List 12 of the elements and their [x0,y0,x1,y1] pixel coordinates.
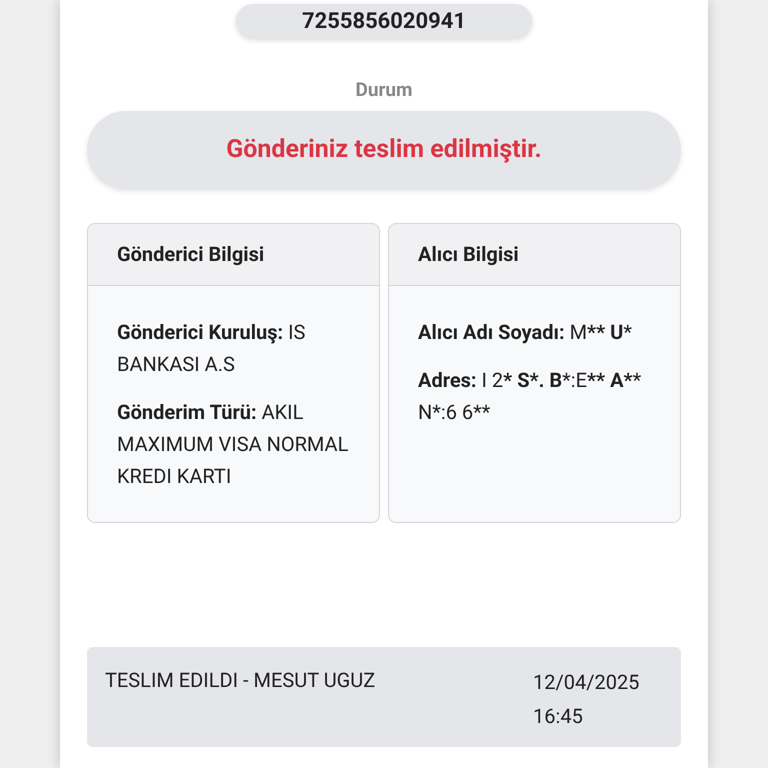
info-text: Gönderim Türü: AKIL MAXIMUM VISA NORMAL KREDI KARTI [117,398,350,490]
status-message: Gönderiniz teslim edilmiştir. [87,110,681,188]
event-time: 16:45 [533,702,584,730]
info-text: Alıcı Adı Soyadı: M** U* [418,318,633,346]
card-header: Alıcı Bilgisi [389,224,680,286]
card-header: Gönderici Bilgisi [88,224,379,286]
info-text: Gönderici Kuruluş: IS BANKASI A.S [117,318,306,378]
event-text: TESLIM EDILDI - MESUT UGUZ [105,666,376,694]
info-text: Adres: I 2* S*. B*:E** A** N*:6 6** [418,366,642,426]
tracking-number: 7255856020941 [236,4,532,38]
event-date: 12/04/2025 [533,668,640,696]
status-label: Durum [355,77,413,103]
